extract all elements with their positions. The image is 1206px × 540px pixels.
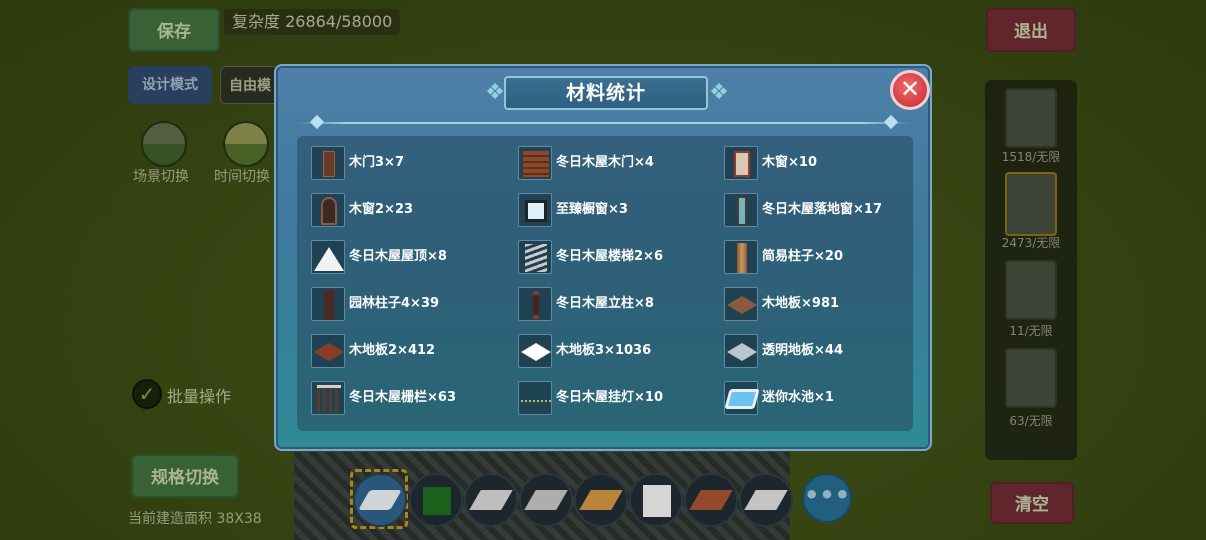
material-item: 木窗2×23 xyxy=(311,193,509,227)
tall-window-icon xyxy=(724,193,758,227)
material-item: 冬日木屋屋顶×8 xyxy=(311,240,509,274)
close-button[interactable]: ✕ xyxy=(890,70,930,110)
ornament-icon: ❖ xyxy=(709,80,729,105)
material-item: 木窗×10 xyxy=(724,146,922,180)
material-item: 简易柱子×20 xyxy=(724,240,922,274)
material-item: 冬日木屋立柱×8 xyxy=(518,287,716,321)
material-label: 透明地板×44 xyxy=(762,343,843,358)
material-item: 冬日木屋栅栏×63 xyxy=(311,381,509,415)
dialog-title: 材料统计 xyxy=(504,76,708,110)
material-item: 木地板3×1036 xyxy=(518,334,716,368)
material-label: 冬日木屋栅栏×63 xyxy=(349,390,456,405)
door-icon xyxy=(311,146,345,180)
material-label: 木地板2×412 xyxy=(349,343,436,358)
material-label: 木地板×981 xyxy=(762,296,840,311)
material-item: 迷你水池×1 xyxy=(724,381,922,415)
fence-icon xyxy=(311,381,345,415)
material-item: 木地板×981 xyxy=(724,287,922,321)
white-floor-icon xyxy=(518,334,552,368)
window-icon xyxy=(724,146,758,180)
materials-dialog: ❖ 材料统计 ❖ ✕ 木门3×7 冬日木屋木门×4 木窗×10 木窗2×23 至… xyxy=(274,64,932,451)
material-item: 冬日木屋落地窗×17 xyxy=(724,193,922,227)
floor2-icon xyxy=(311,334,345,368)
material-label: 至臻橱窗×3 xyxy=(556,202,628,217)
glass-window-icon xyxy=(518,193,552,227)
material-item: 至臻橱窗×3 xyxy=(518,193,716,227)
material-label: 木窗2×23 xyxy=(349,202,414,217)
cabin-door-icon xyxy=(518,146,552,180)
materials-list: 木门3×7 冬日木屋木门×4 木窗×10 木窗2×23 至臻橱窗×3 冬日木屋落… xyxy=(297,136,913,431)
arch-window-icon xyxy=(311,193,345,227)
material-item: 冬日木屋楼梯2×6 xyxy=(518,240,716,274)
post-icon xyxy=(518,287,552,321)
material-item: 园林柱子4×39 xyxy=(311,287,509,321)
material-label: 迷你水池×1 xyxy=(762,390,834,405)
garden-pillar-icon xyxy=(311,287,345,321)
material-label: 冬日木屋楼梯2×6 xyxy=(556,249,663,264)
material-label: 木门3×7 xyxy=(349,155,404,170)
material-label: 木窗×10 xyxy=(762,155,817,170)
divider-diamond-icon xyxy=(309,114,325,130)
material-label: 冬日木屋挂灯×10 xyxy=(556,390,663,405)
material-item: 冬日木屋木门×4 xyxy=(518,146,716,180)
pool-icon xyxy=(724,381,760,415)
string-lights-icon xyxy=(518,381,552,415)
material-label: 园林柱子4×39 xyxy=(349,296,440,311)
floor-icon xyxy=(724,287,758,321)
material-label: 木地板3×1036 xyxy=(556,343,652,358)
material-item: 透明地板×44 xyxy=(724,334,922,368)
material-item: 木门3×7 xyxy=(311,146,509,180)
material-label: 冬日木屋屋顶×8 xyxy=(349,249,447,264)
material-item: 冬日木屋挂灯×10 xyxy=(518,381,716,415)
material-label: 冬日木屋立柱×8 xyxy=(556,296,654,311)
material-label: 冬日木屋木门×4 xyxy=(556,155,654,170)
glass-floor-icon xyxy=(724,334,758,368)
material-label: 冬日木屋落地窗×17 xyxy=(762,202,882,217)
roof-icon xyxy=(311,240,345,274)
pillar-icon xyxy=(724,240,758,274)
divider-diamond-icon xyxy=(883,114,899,130)
material-label: 简易柱子×20 xyxy=(762,249,843,264)
material-item: 木地板2×412 xyxy=(311,334,509,368)
divider xyxy=(298,122,910,124)
stairs-icon xyxy=(518,240,552,274)
